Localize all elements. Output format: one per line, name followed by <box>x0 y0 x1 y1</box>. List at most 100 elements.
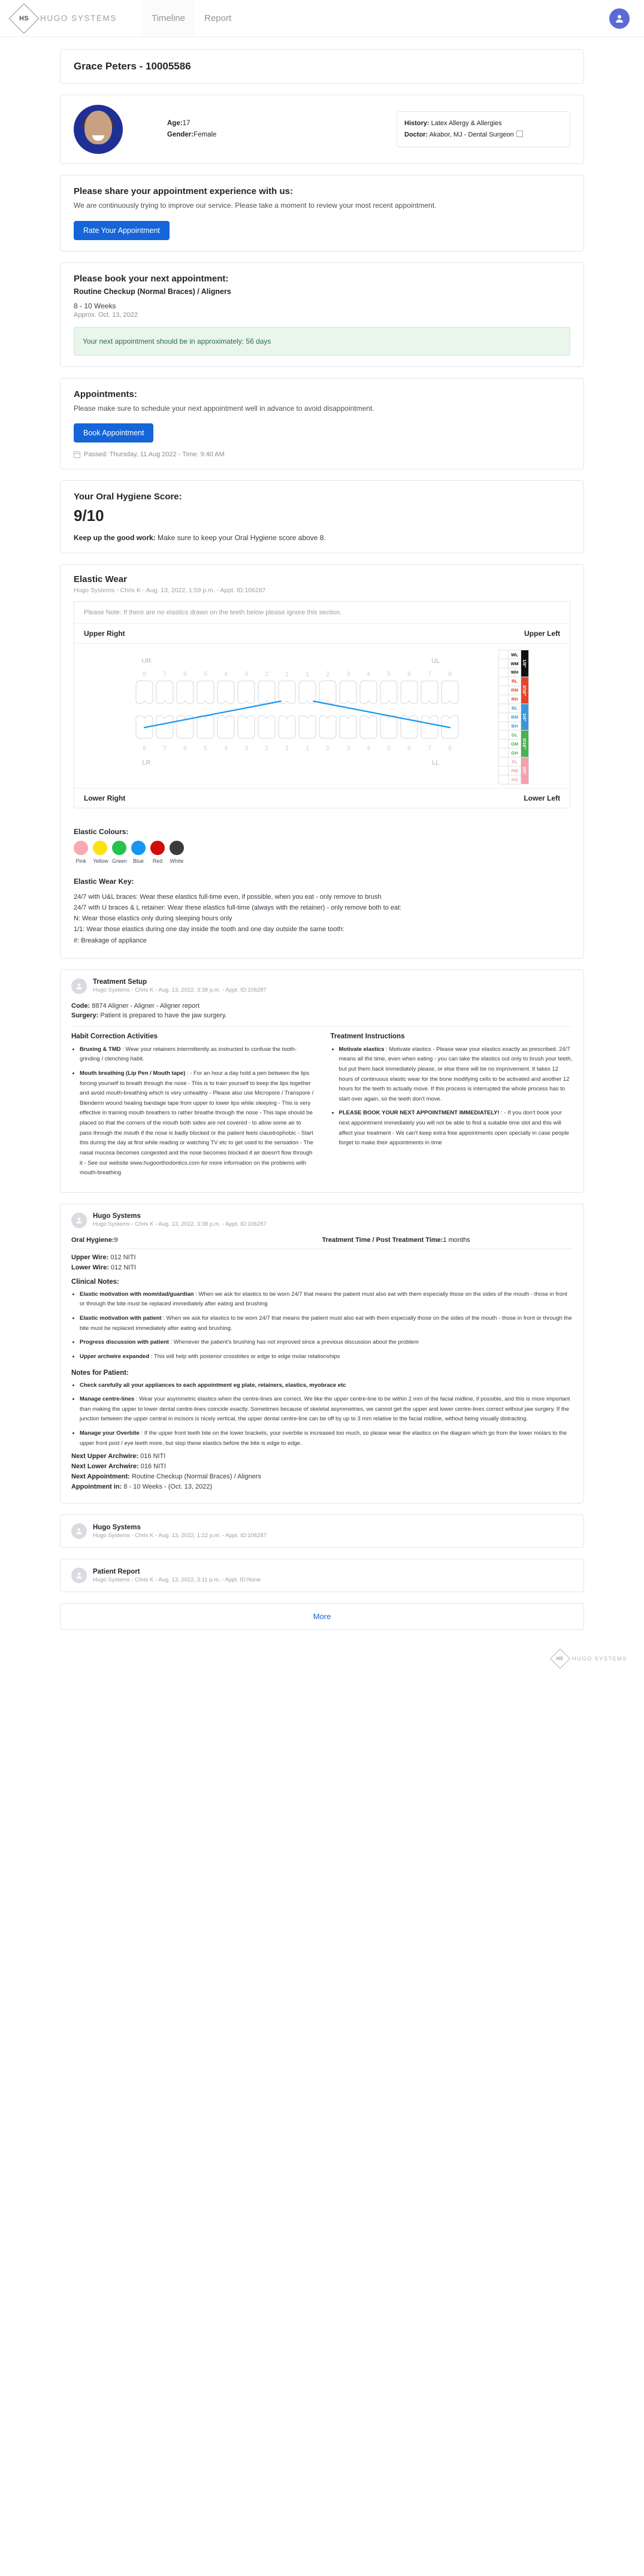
elastic-wear-note: Please Note: If there are no elastics dr… <box>74 602 570 625</box>
upper-tooth-number-14: 7 <box>428 671 431 678</box>
upper-tooth-5-3[interactable] <box>196 680 214 704</box>
upper-tooth-1-8[interactable] <box>298 680 316 704</box>
next-upper-label: Next Upper Archwire: <box>71 1453 139 1460</box>
upper-tooth-5-12[interactable] <box>380 680 398 704</box>
page-footer: HS HUGO SYSTEMS <box>0 1643 644 1681</box>
lower-tooth-number-15: 8 <box>448 745 452 752</box>
doctor-value: Akabor, MJ - Dental Surgeon <box>429 131 514 138</box>
legend-blank-cell[interactable] <box>498 668 509 677</box>
lower-tooth-7-1[interactable] <box>156 715 174 739</box>
legend-blank-cell[interactable] <box>498 694 509 704</box>
legend-code-RM: RM <box>508 685 521 695</box>
lower-tooth-number-5: 3 <box>244 745 248 752</box>
entry-avatar <box>71 978 87 994</box>
upper-tooth-7-14[interactable] <box>421 680 439 704</box>
legend-row: WL 1/8" <box>498 650 529 677</box>
upper-tooth-3-10[interactable] <box>339 680 357 704</box>
colour-name-row: Pink Yellow Green Blue Red White <box>74 858 570 864</box>
lower-tooth-2-9[interactable] <box>319 715 337 739</box>
legend-blank-cell[interactable] <box>498 730 509 740</box>
appointments-card: Appointments: Please make sure to schedu… <box>60 377 584 470</box>
gender-label: Gender: <box>167 131 194 138</box>
colour-name-pink: Pink <box>75 858 86 865</box>
calendar-icon <box>74 451 80 458</box>
legend-code-WL: WL <box>508 650 521 660</box>
lower-tooth-4-4[interactable] <box>217 715 235 739</box>
lower-tooth-5-12[interactable] <box>380 715 398 739</box>
colour-swatch-pink[interactable] <box>74 841 88 856</box>
gender-value: Female <box>193 131 217 138</box>
upper-tooth-3-5[interactable] <box>237 680 255 704</box>
lower-tooth-3-10[interactable] <box>339 715 357 739</box>
instruction-item: Motivate elastics : Motivate elastics - … <box>339 1045 573 1105</box>
upper-tooth-6-2[interactable] <box>176 680 194 704</box>
elastic-line-1[interactable] <box>313 701 451 729</box>
lower-tooth-number-8: 1 <box>306 745 309 752</box>
upper-tooth-6-13[interactable] <box>400 680 418 704</box>
lower-tooth-number-10: 3 <box>346 745 350 752</box>
book-appointment-button[interactable]: Book Appointment <box>74 423 154 443</box>
doctor-info-icon[interactable] <box>516 131 523 137</box>
dental-tooth-chart[interactable]: UR UL 8 7 6 5 4 3 2 1 1 2 3 4 5 6 7 8 8 7 6 5 4 3 2 1 1 2 3 4 5 6 7 8 LR LL <box>115 650 498 784</box>
colour-swatch-green[interactable] <box>112 841 126 856</box>
surgery-value: Patient is prepared to have the jaw surg… <box>100 1011 227 1019</box>
habit-list: Bruxing & TMD : Wear your retainers inte… <box>71 1045 314 1178</box>
next-weeks-range: 8 - 10 Weeks <box>74 301 116 310</box>
account-avatar-button[interactable] <box>609 8 630 29</box>
lower-wire-label: Lower Wire: <box>71 1263 109 1271</box>
lower-tooth-number-4: 4 <box>224 745 228 752</box>
legend-blank-cell[interactable] <box>498 775 509 785</box>
upper-tooth-4-11[interactable] <box>359 680 377 704</box>
rate-appointment-button[interactable]: Rate Your Appointment <box>74 220 170 240</box>
collapsed-entry-card[interactable]: Patient Report Hugo Systems - Chris K - … <box>60 1559 584 1593</box>
upper-tooth-8-15[interactable] <box>441 680 459 704</box>
lower-tooth-5-3[interactable] <box>196 715 214 739</box>
treatment-setup-meta: Hugo Systems - Chris K - Aug. 13, 2022, … <box>93 987 267 994</box>
entry-avatar <box>71 1568 87 1584</box>
legend-blank-cell[interactable] <box>498 739 509 749</box>
legend-code-GL: GL <box>508 730 521 740</box>
legend-blank-cell[interactable] <box>498 685 509 695</box>
upper-tooth-7-1[interactable] <box>156 680 174 704</box>
passed-appointment-text: Passed: Thursday, 11 Aug 2022 - Time: 9:… <box>84 451 225 459</box>
nav-tab-timeline[interactable]: Timeline <box>141 0 195 37</box>
legend-blank-cell[interactable] <box>498 721 509 731</box>
upper-tooth-4-4[interactable] <box>217 680 235 704</box>
lower-tooth-7-14[interactable] <box>421 715 439 739</box>
history-value: Latex Allergy & Allergies <box>431 120 502 128</box>
legend-blank-cell[interactable] <box>498 766 509 776</box>
legend-size-1/8": 1/8" <box>520 650 529 677</box>
legend-blank-cell[interactable] <box>498 703 509 713</box>
lower-tooth-number-14: 7 <box>428 745 431 752</box>
collapsed-entry-card[interactable]: Hugo Systems Hugo Systems - Chris K - Au… <box>60 1514 584 1548</box>
colour-swatch-yellow[interactable] <box>93 841 107 856</box>
book-next-appointment-card: Please book your next appointment: Routi… <box>60 262 584 367</box>
legend-blank-cell[interactable] <box>498 659 509 669</box>
elastic-line-0[interactable] <box>144 701 282 729</box>
colour-swatch-red[interactable] <box>150 841 165 856</box>
legend-blank-cell[interactable] <box>498 757 509 767</box>
upper-tooth-1-7[interactable] <box>278 680 296 704</box>
lower-tooth-2-6[interactable] <box>258 715 276 739</box>
legend-blank-cell[interactable] <box>498 748 509 758</box>
upper-tooth-8-0[interactable] <box>135 680 153 704</box>
lower-tooth-3-5[interactable] <box>237 715 255 739</box>
next-approx-date: Approx. Oct. 13, 2022 <box>74 311 138 319</box>
colour-swatch-blue[interactable] <box>131 841 146 856</box>
upper-tooth-2-6[interactable] <box>258 680 276 704</box>
colour-swatch-white[interactable] <box>170 841 184 856</box>
lower-tooth-number-9: 2 <box>326 745 329 752</box>
nav-tab-report[interactable]: Report <box>195 0 241 37</box>
upper-tooth-2-9[interactable] <box>319 680 337 704</box>
legend-blank-cell[interactable] <box>498 650 509 660</box>
lower-tooth-1-7[interactable] <box>278 715 296 739</box>
lower-tooth-4-11[interactable] <box>359 715 377 739</box>
more-button[interactable]: More <box>60 1603 584 1631</box>
code-value: 8874 Aligner - Aligner - Aligner report <box>92 1002 200 1010</box>
legend-blank-cell[interactable] <box>498 676 509 686</box>
legend-blank-cell[interactable] <box>498 712 509 722</box>
oh-label: Oral Hygiene: <box>71 1236 114 1244</box>
brand-logo[interactable]: HS HUGO SYSTEMS <box>8 3 117 34</box>
lower-tooth-1-8[interactable] <box>298 715 316 739</box>
instructions-column-title: Treatment Instructions <box>330 1032 405 1040</box>
